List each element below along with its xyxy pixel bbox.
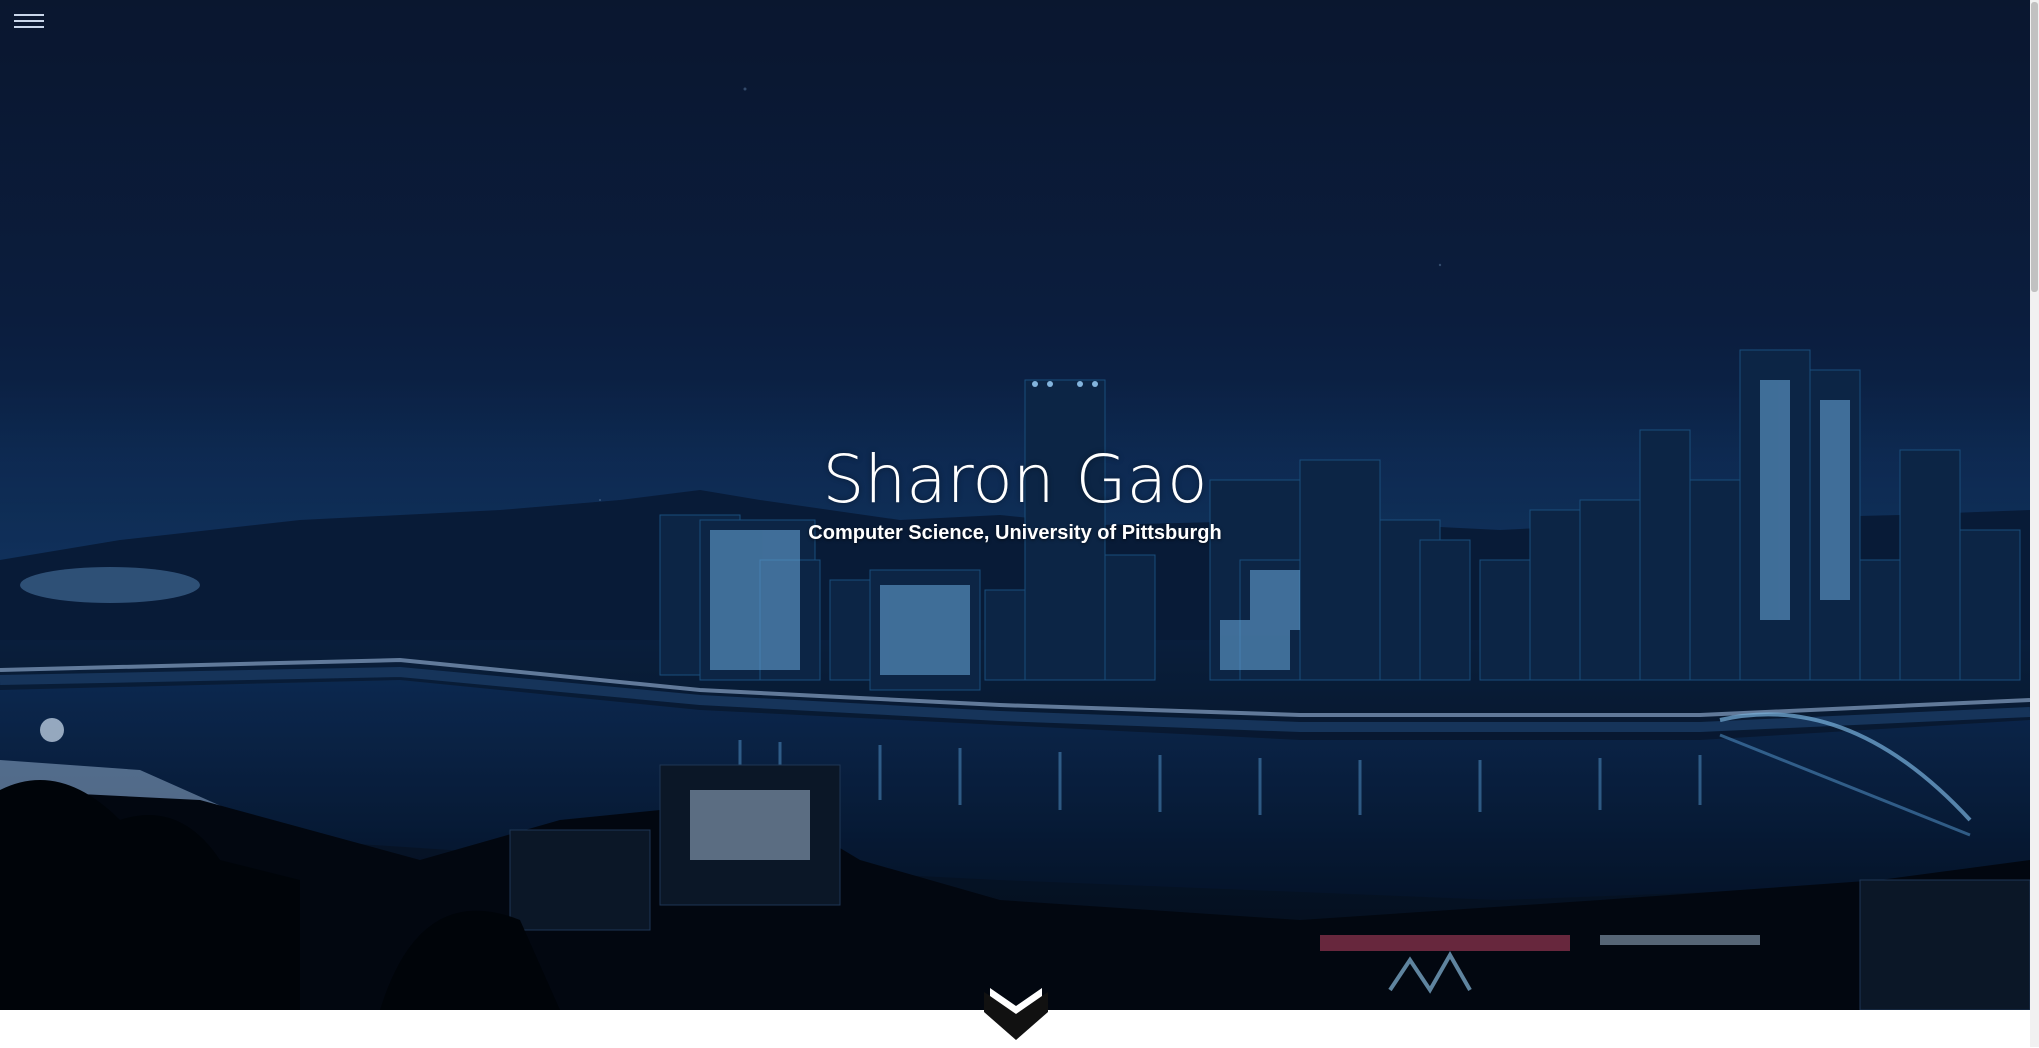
menu-line [14,20,44,22]
page-title: Sharon Gao [822,441,1208,518]
menu-line [14,26,44,28]
hero-section: Sharon Gao Computer Science, University … [0,0,2030,1010]
hero-title-block: Sharon Gao Computer Science, University … [0,440,2030,545]
scrollbar-thumb[interactable] [2031,2,2038,292]
chevron-down-icon[interactable] [976,984,1056,1048]
hamburger-menu-icon[interactable] [14,10,44,32]
menu-line [14,14,44,16]
page-subtitle: Computer Science, University of Pittsbur… [808,522,1222,544]
scrollbar[interactable] [2030,0,2039,1047]
